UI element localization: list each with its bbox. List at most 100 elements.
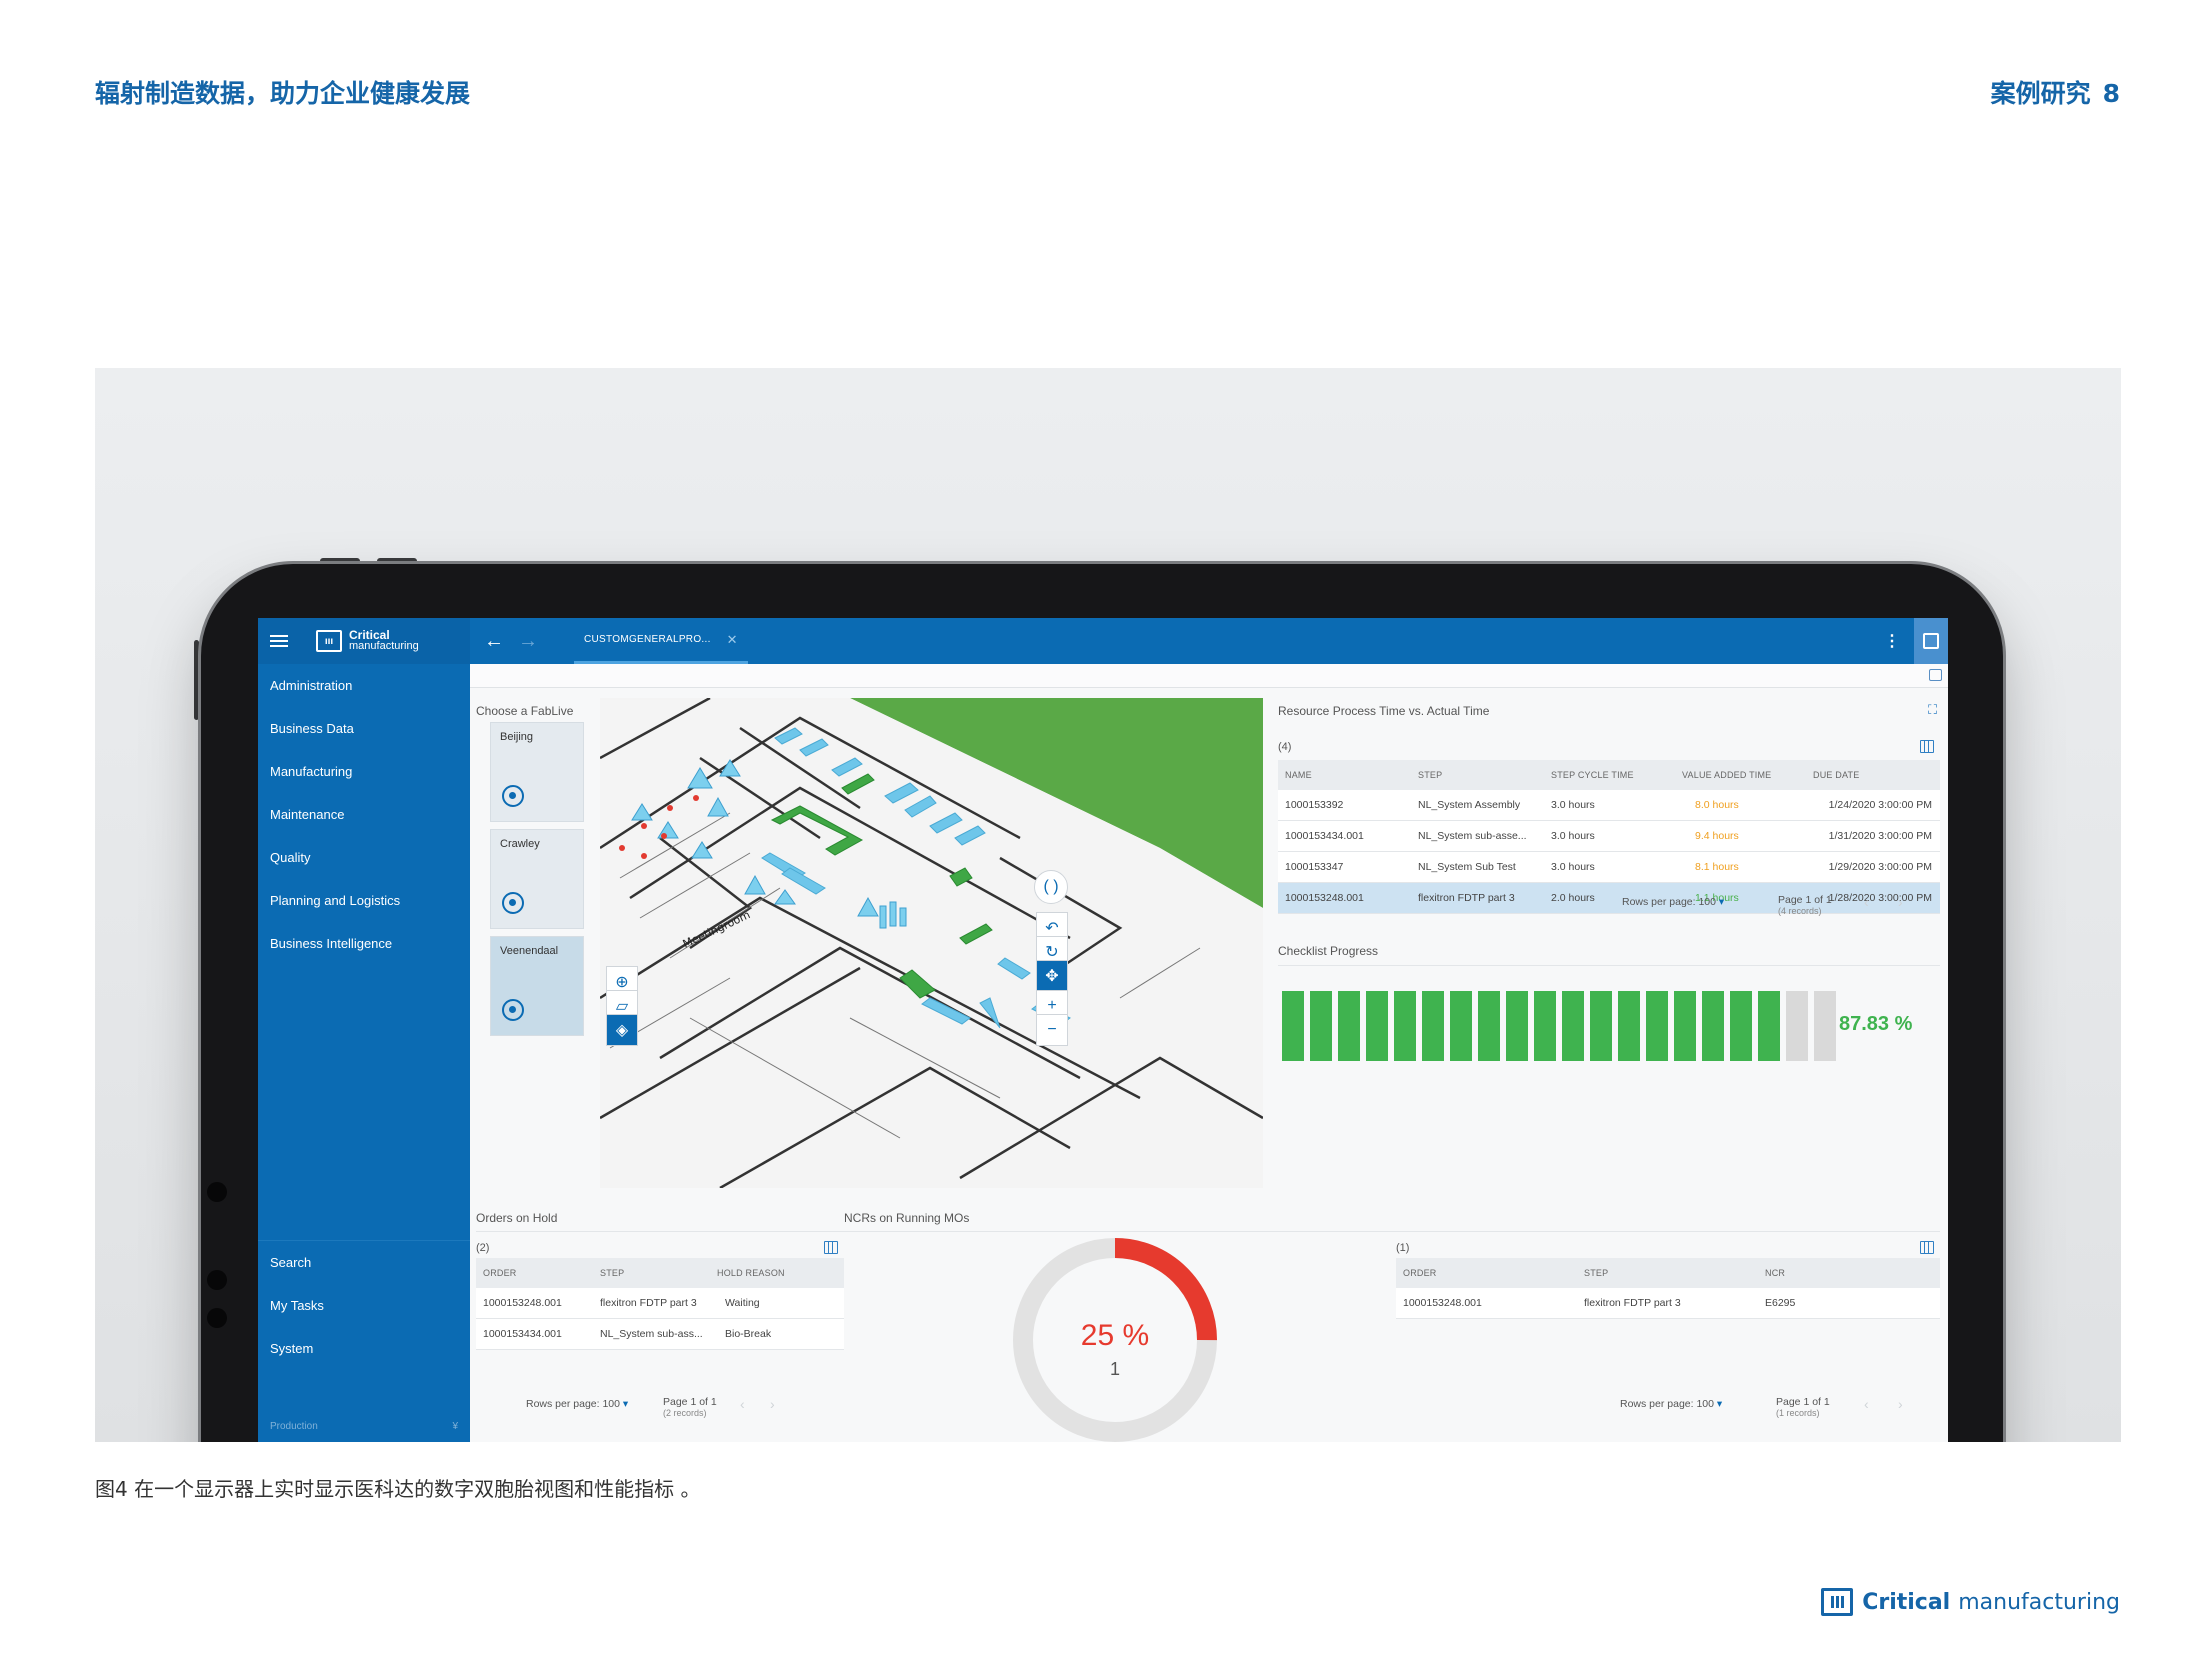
resource-count: (4) — [1278, 741, 1292, 753]
back-arrow-icon[interactable]: ← — [484, 630, 504, 653]
table-row[interactable]: 1000153248.001 flexitron FDTP part 3 E62… — [1396, 1288, 1940, 1319]
records-label: (2 records) — [663, 1408, 707, 1418]
sidebar-item-system[interactable]: System — [258, 1327, 470, 1370]
pan-icon[interactable]: ✥ — [1036, 960, 1068, 992]
checklist-toggle-icon[interactable] — [1914, 618, 1948, 664]
gauge-percent: 25 % — [1081, 1319, 1149, 1352]
tablet-photo: ııı Critical manufacturing Administratio… — [95, 368, 2121, 1442]
fablive-site-crawley[interactable]: Crawley — [490, 829, 584, 929]
col-step[interactable]: STEP — [1577, 1268, 1758, 1278]
columns-icon[interactable] — [1920, 1241, 1934, 1254]
cell: 1/24/2020 3:00:00 PM — [1828, 799, 1932, 811]
calendar-icon[interactable] — [1929, 669, 1942, 681]
gauge-count: 1 — [1110, 1359, 1120, 1379]
rows-per-page-select[interactable]: Rows per page: 100 ▾ — [526, 1398, 628, 1410]
cell: 3.0 hours — [1551, 861, 1595, 873]
col-name[interactable]: NAME — [1278, 770, 1411, 780]
pagination-info: Page 1 of 1 (2 records) — [663, 1396, 717, 1418]
sidebar-item-manufacturing[interactable]: Manufacturing — [258, 750, 470, 793]
next-page-icon[interactable]: › — [770, 1396, 775, 1412]
page-label: Page 1 of 1 — [663, 1396, 717, 1408]
factory-3d-map[interactable]: Meetingroom ⊕ ▱ ◈ ( ) ↶ ↻ ✥ + − — [600, 698, 1263, 1188]
checklist-title: Checklist Progress — [1278, 944, 1379, 958]
col-value-added-time[interactable]: VALUE ADDED TIME — [1675, 770, 1806, 780]
view-3d-icon[interactable]: ◈ — [606, 1014, 638, 1046]
pagination-info: Page 1 of 1 (1 records) — [1776, 1396, 1830, 1418]
brand-logo-icon: ııı — [316, 630, 342, 652]
col-step-cycle-time[interactable]: STEP CYCLE TIME — [1544, 770, 1675, 780]
cell: 8.0 hours — [1695, 799, 1739, 811]
prev-page-icon[interactable]: ‹ — [1864, 894, 1869, 910]
resource-table-title: Resource Process Time vs. Actual Time — [1278, 704, 1490, 718]
compass-icon[interactable]: ( ) — [1034, 870, 1068, 904]
sensor-icon — [207, 1308, 227, 1328]
col-due-date[interactable]: DUE DATE — [1806, 770, 1940, 780]
col-order[interactable]: ORDER — [476, 1268, 593, 1278]
sidebar-item-maintenance[interactable]: Maintenance — [258, 793, 470, 836]
table-header-row: ORDER STEP NCR — [1396, 1258, 1940, 1288]
prev-page-icon[interactable]: ‹ — [1864, 1396, 1869, 1412]
factory-floor-drawing: Meetingroom — [600, 698, 1263, 1188]
col-hold-reason[interactable]: HOLD REASON — [710, 1268, 844, 1278]
fablive-site-beijing[interactable]: Beijing — [490, 722, 584, 822]
sidebar-item-search[interactable]: Search — [258, 1241, 470, 1284]
brand-name: Critical manufacturing — [349, 629, 419, 652]
table-row[interactable]: 1000153434.001 NL_System sub-ass... Bio-… — [476, 1319, 844, 1350]
table-row[interactable]: 1000153434.001 NL_System sub-asse... 3.0… — [1278, 821, 1940, 852]
expand-icon[interactable]: ⛶ — [1928, 702, 1937, 718]
cell: flexitron FDTP part 3 — [600, 1297, 697, 1309]
progress-segment — [1646, 991, 1668, 1061]
rows-per-page-select[interactable]: Rows per page: 100 ▾ — [1620, 1398, 1722, 1410]
table-row-selected[interactable]: 1000153248.001 flexitron FDTP part 3 2.0… — [1278, 883, 1940, 914]
prev-page-icon[interactable]: ‹ — [740, 1396, 745, 1412]
table-row[interactable]: 1000153248.001 flexitron FDTP part 3 Wai… — [476, 1288, 844, 1319]
site-target-icon — [502, 999, 524, 1021]
ncrs-title: NCRs on Running MOs — [844, 1211, 970, 1225]
fablive-site-veenendaal[interactable]: Veenendaal — [490, 936, 584, 1036]
sidebar-item-business-data[interactable]: Business Data — [258, 707, 470, 750]
next-page-icon[interactable]: › — [1898, 894, 1903, 910]
columns-icon[interactable] — [1920, 740, 1934, 753]
sidebar-item-my-tasks[interactable]: My Tasks — [258, 1284, 470, 1327]
tab-custom-general[interactable]: CUSTOMGENERALPRO... ✕ — [574, 618, 748, 664]
more-menu-icon[interactable]: ⋮ — [1884, 631, 1900, 651]
sidebar-bottom: Search My Tasks System — [258, 1240, 470, 1370]
document-page: 辐射制造数据，助力企业健康发展 案例研究 8 ııı Critical manuf… — [0, 0, 2206, 1654]
site-label: Beijing — [500, 731, 534, 743]
collapse-icon[interactable]: ¥ — [452, 1421, 458, 1432]
progress-segment — [1394, 991, 1416, 1061]
close-icon[interactable]: ✕ — [727, 632, 738, 648]
rows-per-page-label: Rows per page: 100 — [1620, 1398, 1714, 1410]
sidebar-item-planning-logistics[interactable]: Planning and Logistics — [258, 879, 470, 922]
ncr-gauge: 25 % 1 — [1013, 1238, 1217, 1442]
footer-brand-light: manufacturing — [1958, 1589, 2120, 1615]
forward-arrow-icon[interactable]: → — [518, 630, 538, 653]
sidebar-item-administration[interactable]: Administration — [258, 664, 470, 707]
table-row[interactable]: 1000153392 NL_System Assembly 3.0 hours … — [1278, 790, 1940, 821]
orders-on-hold-table: ORDER STEP HOLD REASON 1000153248.001 fl… — [476, 1258, 844, 1350]
records-label: (1 records) — [1776, 1408, 1820, 1418]
figure-caption: 图4 在一个显示器上实时显示医科达的数字双胞胎视图和性能指标 。 — [95, 1473, 700, 1502]
progress-segment — [1534, 991, 1556, 1061]
progress-segment — [1310, 991, 1332, 1061]
records-label: (4 records) — [1778, 906, 1822, 916]
sidebar-item-quality[interactable]: Quality — [258, 836, 470, 879]
rows-per-page-select[interactable]: Rows per page: 100 ▾ — [1622, 896, 1724, 908]
menu-icon[interactable] — [270, 635, 288, 647]
next-page-icon[interactable]: › — [1898, 1396, 1903, 1412]
col-order[interactable]: ORDER — [1396, 1268, 1577, 1278]
side-button — [194, 640, 199, 720]
orders-count: (2) — [476, 1242, 490, 1254]
orders-on-hold-title: Orders on Hold — [476, 1211, 558, 1225]
sidebar-item-business-intelligence[interactable]: Business Intelligence — [258, 922, 470, 965]
pagination-info: Page 1 of 1 (4 records) — [1778, 894, 1832, 916]
cell: 1000153347 — [1285, 861, 1344, 873]
page-label: Page 1 of 1 — [1778, 894, 1832, 906]
col-ncr[interactable]: NCR — [1758, 1268, 1940, 1278]
zoom-out-icon[interactable]: − — [1036, 1014, 1068, 1046]
col-step[interactable]: STEP — [1411, 770, 1544, 780]
table-row[interactable]: 1000153347 NL_System Sub Test 3.0 hours … — [1278, 852, 1940, 883]
columns-icon[interactable] — [824, 1241, 838, 1254]
progress-segment — [1786, 991, 1808, 1061]
col-step[interactable]: STEP — [593, 1268, 710, 1278]
